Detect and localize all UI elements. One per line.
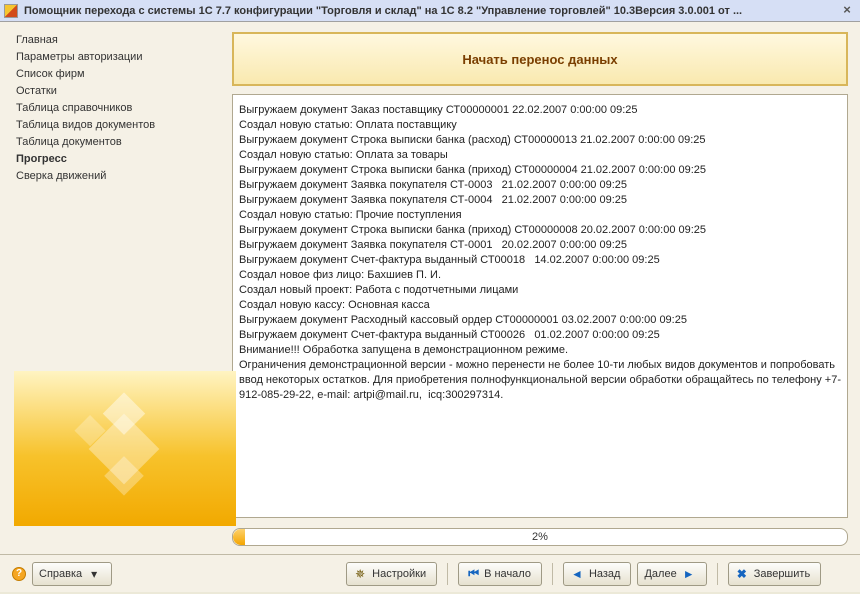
log-line: Создал новую статью: Оплата за товары: [239, 148, 841, 163]
log-line: Создал новую статью: Оплата поставщику: [239, 118, 841, 133]
sidebar-item-2[interactable]: Список фирм: [12, 66, 226, 83]
settings-button[interactable]: ✵ Настройки: [346, 562, 437, 586]
chevron-down-icon: ▾: [87, 567, 101, 581]
sidebar-item-6[interactable]: Таблица документов: [12, 134, 226, 151]
goto-start-label: В начало: [484, 568, 531, 580]
tools-icon: ✵: [353, 567, 367, 581]
help-button[interactable]: Справка ▾: [32, 562, 112, 586]
next-button[interactable]: Далее ►: [637, 562, 706, 586]
sidebar-decoration: [14, 371, 236, 526]
rewind-icon: ⏮: [465, 567, 479, 581]
log-line: Создал новый проект: Работа с подотчетны…: [239, 283, 841, 298]
next-label: Далее: [644, 568, 676, 580]
sidebar-item-1[interactable]: Параметры авторизации: [12, 49, 226, 66]
log-line: Внимание!!! Обработка запущена в демонст…: [239, 343, 841, 358]
sidebar-item-3[interactable]: Остатки: [12, 83, 226, 100]
window-title: Помощник перехода с системы 1С 7.7 конфи…: [24, 5, 838, 17]
bottom-toolbar: ? Справка ▾ ✵ Настройки ⏮ В начало ◄ Наз…: [0, 554, 860, 592]
help-icon-button[interactable]: ?: [12, 567, 26, 581]
sidebar-item-8[interactable]: Сверка движений: [12, 168, 226, 185]
titlebar: Помощник перехода с системы 1С 7.7 конфи…: [0, 0, 860, 22]
sidebar-item-0[interactable]: Главная: [12, 32, 226, 49]
log-line: Выгружаем документ Заказ поставщику СТ00…: [239, 103, 841, 118]
app-icon: [4, 4, 18, 18]
finish-button[interactable]: ✖ Завершить: [728, 562, 821, 586]
log-line: Создал новое физ лицо: Бахшиев П. И.: [239, 268, 841, 283]
log-line: Выгружаем документ Заявка покупателя СТ-…: [239, 178, 841, 193]
progress-bar: 2%: [232, 528, 848, 546]
log-line: Выгружаем документ Расходный кассовый ор…: [239, 313, 841, 328]
finish-icon: ✖: [735, 567, 749, 581]
help-label: Справка: [39, 568, 82, 580]
settings-label: Настройки: [372, 568, 426, 580]
log-line: Выгружаем документ Заявка покупателя СТ-…: [239, 238, 841, 253]
main-panel: Начать перенос данных Выгружаем документ…: [232, 32, 848, 548]
back-button[interactable]: ◄ Назад: [563, 562, 632, 586]
log-line: Выгружаем документ Строка выписки банка …: [239, 133, 841, 148]
start-transfer-button[interactable]: Начать перенос данных: [232, 32, 848, 86]
arrow-right-icon: ►: [682, 567, 696, 581]
goto-start-button[interactable]: ⏮ В начало: [458, 562, 542, 586]
log-line: Ограничения демонстрационной версии - мо…: [239, 358, 841, 403]
sidebar-item-4[interactable]: Таблица справочников: [12, 100, 226, 117]
back-label: Назад: [589, 568, 621, 580]
log-line: Выгружаем документ Строка выписки банка …: [239, 223, 841, 238]
separator: [717, 563, 718, 585]
progress-row: 2%: [232, 526, 848, 548]
log-output: Выгружаем документ Заказ поставщику СТ00…: [232, 94, 848, 518]
log-line: Выгружаем документ Заявка покупателя СТ-…: [239, 193, 841, 208]
separator: [552, 563, 553, 585]
separator: [447, 563, 448, 585]
log-line: Создал новую статью: Прочие поступления: [239, 208, 841, 223]
log-line: Выгружаем документ Строка выписки банка …: [239, 163, 841, 178]
progress-label: 2%: [233, 529, 847, 545]
log-line: Выгружаем документ Счет-фактура выданный…: [239, 253, 841, 268]
finish-label: Завершить: [754, 568, 810, 580]
log-line: Создал новую кассу: Основная касса: [239, 298, 841, 313]
sidebar-item-5[interactable]: Таблица видов документов: [12, 117, 226, 134]
log-line: Выгружаем документ Счет-фактура выданный…: [239, 328, 841, 343]
close-icon[interactable]: ×: [838, 3, 856, 19]
arrow-left-icon: ◄: [570, 567, 584, 581]
sidebar-item-7[interactable]: Прогресс: [12, 151, 226, 168]
